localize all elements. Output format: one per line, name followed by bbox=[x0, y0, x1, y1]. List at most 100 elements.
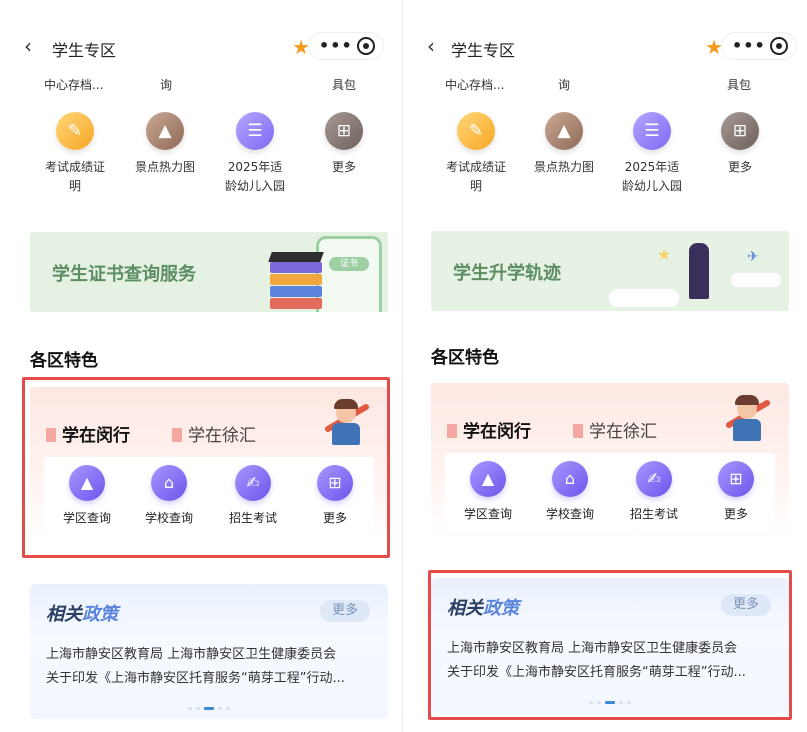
exam-icon: ✍ bbox=[235, 465, 271, 501]
clipboard-icon: ☰ bbox=[236, 112, 274, 150]
region-feature-card: 学在闵行 学在徐汇 ▲ 学区查询 ⌂ 学校查询 ✍ 招生考试 ⊞ 更多 bbox=[30, 387, 388, 542]
mini-program-capsule: ••• bbox=[308, 32, 384, 60]
grid-icon: ⊞ bbox=[325, 112, 363, 150]
quick-item-district[interactable]: ▲ 学区查询 bbox=[453, 461, 523, 522]
policy-text-line: 上海市静安区教育局 上海市静安区卫生健康委员会 bbox=[46, 647, 337, 662]
service-item-more[interactable]: ⊞ 更多 bbox=[703, 112, 777, 177]
target-icon[interactable] bbox=[770, 37, 788, 55]
cloud-illustration bbox=[731, 273, 781, 287]
carousel-dots bbox=[30, 707, 388, 710]
quick-item-label: 学区查询 bbox=[463, 507, 512, 521]
divider bbox=[402, 0, 403, 732]
prev-row-label[interactable]: 中心存档... bbox=[445, 76, 504, 93]
region-quick-panel: ▲ 学区查询 ⌂ 学校查询 ✍ 招生考试 ⊞ 更多 bbox=[445, 453, 775, 531]
advancement-banner[interactable]: 学生升学轨迹 ★ ✈ bbox=[431, 231, 789, 311]
certificate-icon: ✎ bbox=[56, 112, 94, 150]
banner-title: 学生升学轨迹 bbox=[453, 263, 561, 284]
target-icon[interactable] bbox=[357, 37, 375, 55]
tab-minhang[interactable]: 学在闵行 bbox=[46, 421, 130, 448]
quick-item-school[interactable]: ⌂ 学校查询 bbox=[535, 461, 605, 522]
mountain-icon: ▲ bbox=[545, 112, 583, 150]
more-menu-button[interactable]: ••• bbox=[732, 36, 766, 55]
policy-card[interactable]: 相关政策 更多 上海市静安区教育局 上海市静安区卫生健康委员会 关于印发《上海市… bbox=[431, 578, 789, 713]
region-feature-card: 学在闵行 学在徐汇 ▲ 学区查询 ⌂ 学校查询 ✍ 招生考试 ⊞ 更多 bbox=[431, 383, 789, 538]
quick-item-label: 更多 bbox=[322, 511, 347, 525]
phone-screen-left: ‹ 学生专区 ★ ••• 中心存档... 询 具包 ✎ 考试成绩证明 ▲ 景点热… bbox=[0, 0, 394, 732]
tab-xuhui[interactable]: 学在徐汇 bbox=[573, 417, 657, 442]
service-label: 2025年适 龄幼儿入园 bbox=[621, 160, 682, 193]
quick-item-more[interactable]: ⊞ 更多 bbox=[701, 461, 771, 522]
tab-minhang[interactable]: 学在闵行 bbox=[447, 417, 531, 444]
page-title: 学生专区 bbox=[52, 41, 117, 60]
school-icon: ⌂ bbox=[552, 461, 588, 497]
page-title: 学生专区 bbox=[451, 41, 516, 60]
graduate-illustration bbox=[689, 243, 709, 299]
nav-header: ‹ 学生专区 ★ ••• bbox=[413, 30, 807, 64]
service-item-heatmap[interactable]: ▲ 景点热力图 bbox=[527, 112, 601, 177]
region-section-title: 各区特色 bbox=[431, 348, 499, 368]
quick-item-more[interactable]: ⊞ 更多 bbox=[300, 465, 370, 526]
prev-row-label[interactable]: 具包 bbox=[332, 76, 356, 93]
service-item-kindergarten[interactable]: ☰ 2025年适 龄幼儿入园 bbox=[615, 112, 689, 196]
certificate-banner[interactable]: 学生证书查询服务 证书 bbox=[30, 232, 388, 312]
chevron-left-icon[interactable]: ‹ bbox=[24, 36, 32, 56]
policy-text-line: 上海市静安区教育局 上海市静安区卫生健康委员会 bbox=[447, 641, 738, 656]
carousel-dots bbox=[431, 701, 789, 704]
policy-card[interactable]: 相关政策 更多 上海市静安区教育局 上海市静安区卫生健康委员会 关于印发《上海市… bbox=[30, 584, 388, 719]
policy-text-line: 关于印发《上海市静安区托育服务“萌芽工程”行动... bbox=[46, 671, 345, 686]
airplane-illustration: ✈ bbox=[747, 249, 759, 265]
star-illustration: ★ bbox=[657, 245, 672, 264]
phone-screen-right: ‹ 学生专区 ★ ••• 中心存档... 询 具包 ✎ 考试成绩证明 ▲ 景点热… bbox=[413, 0, 807, 732]
service-item-exam-certificate[interactable]: ✎ 考试成绩证明 bbox=[38, 112, 112, 196]
quick-item-label: 学校查询 bbox=[545, 507, 594, 521]
more-menu-button[interactable]: ••• bbox=[319, 36, 353, 55]
quick-item-label: 学区查询 bbox=[62, 511, 111, 525]
grid-icon: ⊞ bbox=[317, 465, 353, 501]
bookmark-icon bbox=[172, 428, 182, 442]
prev-row-label[interactable]: 中心存档... bbox=[44, 76, 103, 93]
prev-row-label[interactable]: 具包 bbox=[727, 76, 751, 93]
region-quick-panel: ▲ 学区查询 ⌂ 学校查询 ✍ 招生考试 ⊞ 更多 bbox=[44, 457, 374, 535]
policy-more-button[interactable]: 更多 bbox=[721, 594, 771, 616]
student-illustration bbox=[322, 397, 374, 449]
quick-item-school[interactable]: ⌂ 学校查询 bbox=[134, 465, 204, 526]
policy-title: 相关政策 bbox=[46, 604, 118, 625]
service-label: 景点热力图 bbox=[134, 160, 195, 174]
service-item-kindergarten[interactable]: ☰ 2025年适 龄幼儿入园 bbox=[218, 112, 292, 196]
quick-item-district[interactable]: ▲ 学区查询 bbox=[52, 465, 122, 526]
service-label: 更多 bbox=[727, 160, 752, 174]
prev-row-label[interactable]: 询 bbox=[558, 76, 570, 93]
certificate-icon: ✎ bbox=[457, 112, 495, 150]
banner-title: 学生证书查询服务 bbox=[52, 264, 196, 285]
service-label: 考试成绩证明 bbox=[44, 160, 105, 193]
quick-item-label: 招生考试 bbox=[629, 507, 678, 521]
service-item-exam-certificate[interactable]: ✎ 考试成绩证明 bbox=[439, 112, 513, 196]
service-label: 考试成绩证明 bbox=[445, 160, 506, 193]
mini-program-capsule: ••• bbox=[721, 32, 797, 60]
bookmark-icon bbox=[573, 424, 583, 438]
bookmark-icon bbox=[46, 428, 56, 442]
quick-item-exam[interactable]: ✍ 招生考试 bbox=[218, 465, 288, 526]
service-label: 2025年适 龄幼儿入园 bbox=[224, 160, 285, 193]
school-icon: ⌂ bbox=[151, 465, 187, 501]
quick-item-exam[interactable]: ✍ 招生考试 bbox=[619, 461, 689, 522]
quick-item-label: 学校查询 bbox=[144, 511, 193, 525]
region-section-title: 各区特色 bbox=[30, 351, 98, 371]
phone-illustration: 证书 bbox=[316, 236, 382, 312]
grid-icon: ⊞ bbox=[718, 461, 754, 497]
bookmark-icon bbox=[447, 424, 457, 438]
comparison-screenshot: ‹ 学生专区 ★ ••• 中心存档... 询 具包 ✎ 考试成绩证明 ▲ 景点热… bbox=[0, 0, 807, 732]
prev-row-label[interactable]: 询 bbox=[160, 76, 172, 93]
service-item-more[interactable]: ⊞ 更多 bbox=[307, 112, 381, 177]
service-item-heatmap[interactable]: ▲ 景点热力图 bbox=[128, 112, 202, 177]
tab-xuhui[interactable]: 学在徐汇 bbox=[172, 421, 256, 446]
grid-icon: ⊞ bbox=[721, 112, 759, 150]
chevron-left-icon[interactable]: ‹ bbox=[427, 36, 435, 56]
student-illustration bbox=[723, 393, 775, 445]
clipboard-icon: ☰ bbox=[633, 112, 671, 150]
policy-more-button[interactable]: 更多 bbox=[320, 600, 370, 622]
exam-icon: ✍ bbox=[636, 461, 672, 497]
certificate-badge: 证书 bbox=[329, 257, 369, 271]
books-illustration bbox=[270, 262, 322, 309]
mountain-icon: ▲ bbox=[146, 112, 184, 150]
